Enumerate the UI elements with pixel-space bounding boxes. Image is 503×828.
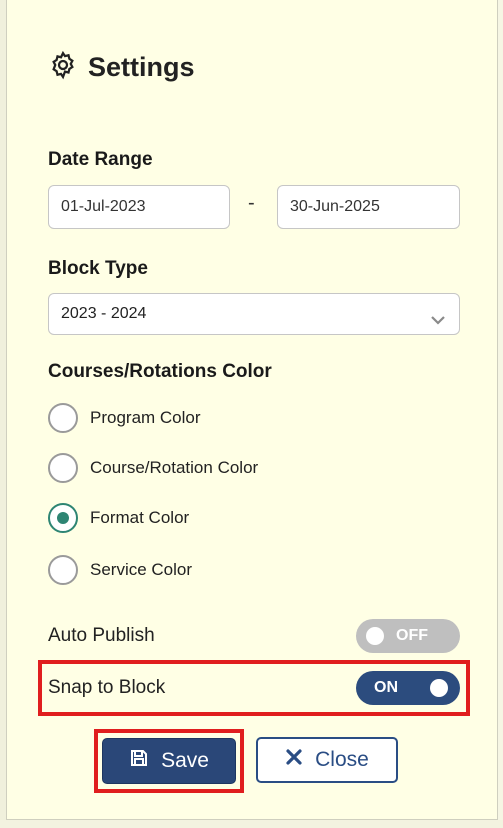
block-type-value: 2023 - 2024 [61,305,147,322]
toggle-knob [366,627,384,645]
close-label: Close [315,748,369,771]
chevron-down-icon [429,305,447,325]
radio-label: Format Color [90,508,190,527]
snap-to-block-label: Snap to Block [48,677,166,698]
block-type-select[interactable]: 2023 - 2024 [48,293,460,335]
radio-course-rotation-color[interactable]: Course/Rotation Color [48,453,258,483]
toggle-state: OFF [396,627,428,644]
radio-format-color[interactable]: Format Color [48,503,189,533]
radio-label: Course/Rotation Color [90,458,259,477]
end-date-input[interactable]: 30-Jun-2025 [277,185,460,229]
date-separator: - [248,192,255,214]
window-bottom-edge [0,820,503,828]
title-text: Settings [88,52,195,82]
radio-button-checked[interactable] [48,503,78,533]
courses-color-label: Courses/Rotations Color [48,361,272,382]
save-button[interactable]: Save [102,738,236,784]
radio-service-color[interactable]: Service Color [48,555,192,585]
toggle-knob [430,679,448,697]
x-icon [285,748,315,772]
radio-label: Service Color [90,560,193,579]
floppy-disk-icon [129,748,161,774]
save-label: Save [161,749,209,772]
block-type-label: Block Type [48,258,148,279]
auto-publish-toggle[interactable]: OFF [356,619,460,653]
snap-to-block-toggle[interactable]: ON [356,671,460,705]
gear-icon [48,50,78,85]
radio-label: Program Color [90,408,201,427]
radio-program-color[interactable]: Program Color [48,403,201,433]
panel-title: Settings [48,50,195,85]
date-range-label: Date Range [48,149,153,170]
radio-button[interactable] [48,403,78,433]
close-button[interactable]: Close [256,737,398,783]
start-date-input[interactable]: 01-Jul-2023 [48,185,230,229]
auto-publish-label: Auto Publish [48,625,155,646]
radio-button[interactable] [48,555,78,585]
radio-button[interactable] [48,453,78,483]
toggle-state: ON [374,679,398,696]
